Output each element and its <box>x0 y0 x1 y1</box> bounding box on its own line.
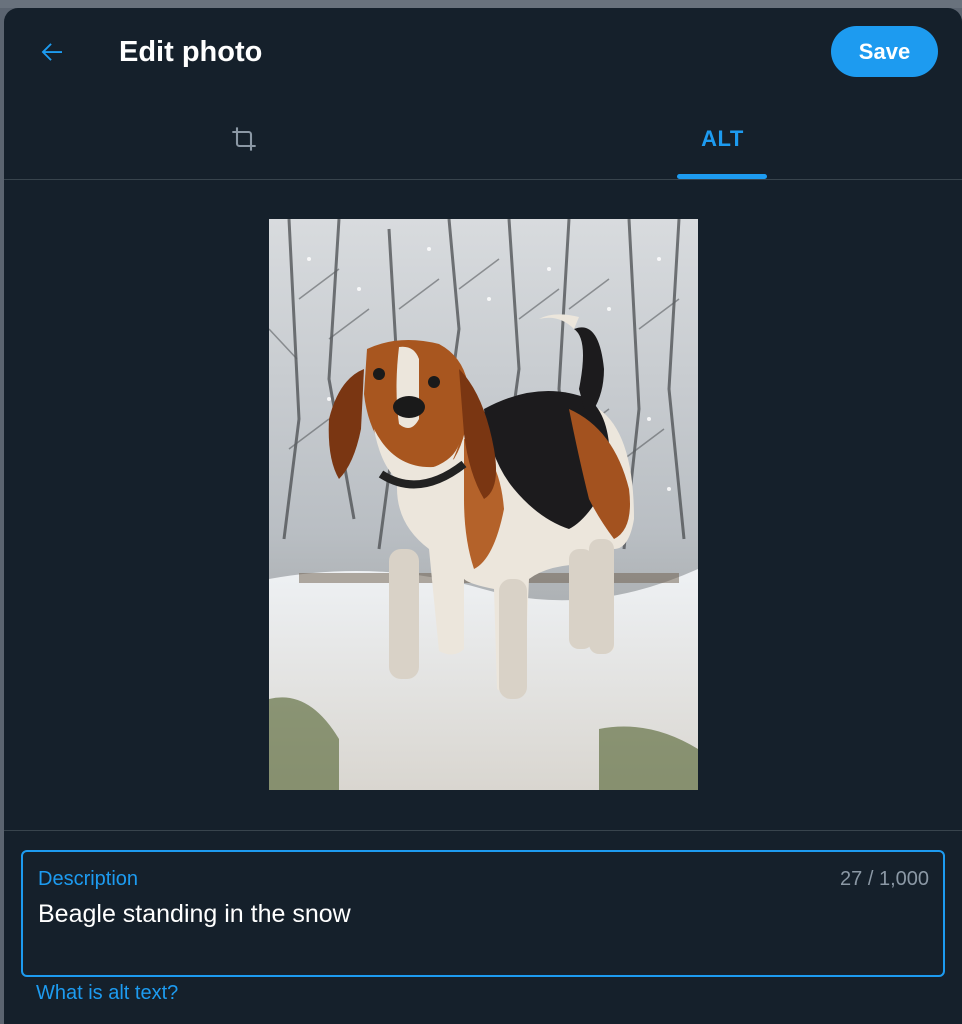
arrow-left-icon <box>41 43 62 61</box>
photo-preview-area <box>4 180 962 831</box>
edit-tabs: ALT <box>4 98 962 180</box>
back-button[interactable] <box>32 32 72 72</box>
page-title: Edit photo <box>119 36 263 68</box>
character-counter: 27 / 1,000 <box>840 868 929 890</box>
backdrop <box>0 0 962 8</box>
edit-photo-modal: Edit photo Save ALT Description 27 / 1,0… <box>4 8 962 1024</box>
description-label: Description <box>38 868 139 890</box>
tab-alt-label: ALT <box>701 125 744 151</box>
tab-crop[interactable] <box>4 98 483 179</box>
beagle-photo <box>269 219 698 790</box>
active-tab-indicator <box>677 174 767 179</box>
crop-icon <box>231 126 256 151</box>
modal-header: Edit photo Save <box>4 8 962 98</box>
what-is-alt-text-link[interactable]: What is alt text? <box>36 982 178 1005</box>
save-button[interactable]: Save <box>831 26 938 77</box>
tab-alt[interactable]: ALT <box>483 98 962 179</box>
description-field[interactable]: Description 27 / 1,000 <box>21 850 945 977</box>
description-input[interactable] <box>38 900 918 929</box>
